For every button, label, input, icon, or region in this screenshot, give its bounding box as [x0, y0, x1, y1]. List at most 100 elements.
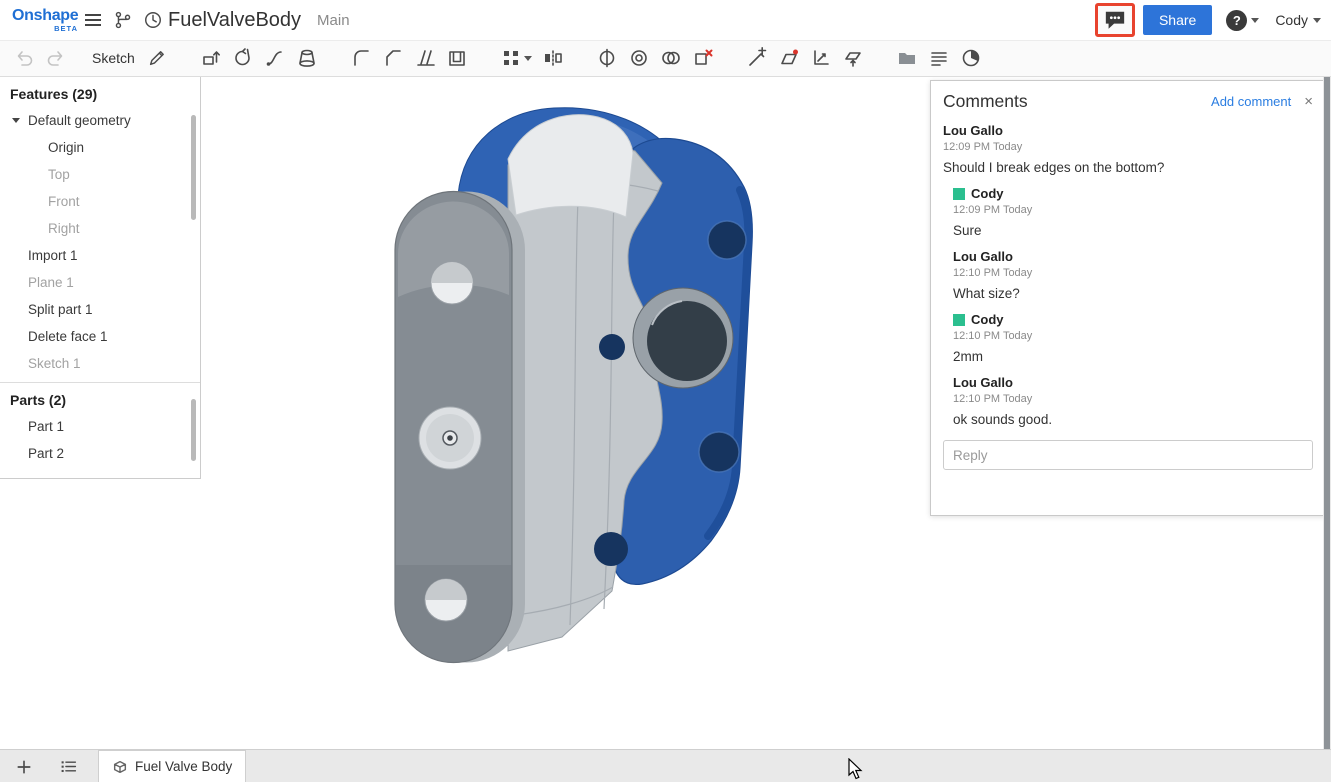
- move-face-button[interactable]: [742, 43, 772, 73]
- draft-icon: [414, 47, 436, 69]
- feature-item-delete-face-1[interactable]: Delete face 1: [0, 323, 200, 350]
- comment-time: 12:09 PM Today: [953, 204, 1313, 216]
- redo-button[interactable]: [41, 43, 71, 73]
- comment-reply: Cody 12:09 PM Today Sure: [953, 186, 1313, 238]
- revolve-button[interactable]: [228, 43, 258, 73]
- onshape-logo[interactable]: Onshape BETA: [12, 8, 78, 33]
- page-scrollbar[interactable]: [1323, 67, 1331, 782]
- extrude-button[interactable]: [196, 43, 226, 73]
- model-bolt-hole: [599, 334, 625, 360]
- mirror-icon: [542, 47, 564, 69]
- hole-icon: [628, 47, 650, 69]
- caret-down-icon: [1313, 18, 1321, 23]
- main-menu-button[interactable]: [78, 5, 108, 35]
- loft-icon: [296, 47, 318, 69]
- comment-author: Lou Gallo: [953, 249, 1313, 264]
- part-item-part-2[interactable]: Part 2: [0, 440, 200, 467]
- hole-button[interactable]: [624, 43, 654, 73]
- sketch-label[interactable]: Sketch: [92, 50, 135, 66]
- boolean-icon: [660, 47, 682, 69]
- revolve-icon: [232, 47, 254, 69]
- document-title: FuelValveBody: [168, 9, 301, 32]
- split-icon: [596, 47, 618, 69]
- loft-button[interactable]: [292, 43, 322, 73]
- part-item-part-1[interactable]: Part 1: [0, 413, 200, 440]
- features-scrollbar[interactable]: [191, 115, 196, 220]
- comment: Lou Gallo 12:09 PM Today Should I break …: [943, 123, 1313, 175]
- feature-item-import-1[interactable]: Import 1: [0, 242, 200, 269]
- share-button[interactable]: Share: [1143, 5, 1212, 35]
- delete-face-button[interactable]: [774, 43, 804, 73]
- feature-toolbar: Sketch: [0, 40, 1331, 77]
- shell-button[interactable]: [442, 43, 472, 73]
- fillet-button[interactable]: [346, 43, 376, 73]
- chevron-down-icon[interactable]: [12, 118, 20, 123]
- undo-icon: [13, 47, 35, 69]
- comment-time: 12:10 PM Today: [953, 267, 1313, 279]
- transform-button[interactable]: [806, 43, 836, 73]
- bom-icon: [928, 47, 950, 69]
- undo-button[interactable]: [9, 43, 39, 73]
- chamfer-icon: [382, 47, 404, 69]
- comment-time: 12:10 PM Today: [953, 393, 1313, 405]
- draft-button[interactable]: [410, 43, 440, 73]
- parts-scrollbar[interactable]: [191, 399, 196, 461]
- tab-bar: Fuel Valve Body: [0, 749, 1331, 782]
- hamburger-icon: [85, 14, 101, 26]
- user-menu[interactable]: Cody: [1275, 12, 1321, 28]
- comments-button[interactable]: [1101, 7, 1129, 33]
- features-header: Features (29): [0, 77, 200, 107]
- redo-icon: [45, 47, 67, 69]
- delete-face-icon: [778, 47, 800, 69]
- feature-item-sketch-1[interactable]: Sketch 1: [0, 350, 200, 377]
- split-button[interactable]: [592, 43, 622, 73]
- replace-face-button[interactable]: [838, 43, 868, 73]
- model-bolt-hole: [594, 532, 628, 566]
- comments-panel: Comments Add comment × Lou Gallo 12:09 P…: [930, 80, 1326, 516]
- sketch-button[interactable]: [142, 43, 172, 73]
- mirror-button[interactable]: [538, 43, 568, 73]
- add-comment-button[interactable]: Add comment: [1211, 94, 1291, 109]
- transform-icon: [810, 47, 832, 69]
- avatar: [953, 188, 965, 200]
- help-menu[interactable]: ?: [1226, 10, 1259, 31]
- sweep-button[interactable]: [260, 43, 290, 73]
- feature-item-top[interactable]: Top: [0, 161, 200, 188]
- comment-time: 12:09 PM Today: [943, 141, 1313, 153]
- delete-part-button[interactable]: [688, 43, 718, 73]
- caret-down-icon: [524, 56, 532, 61]
- history-button[interactable]: [138, 5, 168, 35]
- comment-time: 12:10 PM Today: [953, 330, 1313, 342]
- bom-button[interactable]: [924, 43, 954, 73]
- feature-item-origin[interactable]: Origin: [0, 134, 200, 161]
- linear-pattern-button[interactable]: [496, 43, 536, 73]
- workspace-name[interactable]: Main: [317, 12, 350, 29]
- history-icon: [143, 10, 163, 30]
- boolean-button[interactable]: [656, 43, 686, 73]
- reply-input[interactable]: [943, 440, 1313, 470]
- feature-item-split-part-1[interactable]: Split part 1: [0, 296, 200, 323]
- comment-text: ok sounds good.: [953, 412, 1313, 427]
- feature-item-right[interactable]: Right: [0, 215, 200, 242]
- feature-item-front[interactable]: Front: [0, 188, 200, 215]
- comment-reply: Lou Gallo 12:10 PM Today What size?: [953, 249, 1313, 301]
- mass-properties-button[interactable]: [956, 43, 986, 73]
- comment-text: 2mm: [953, 349, 1313, 364]
- avatar: [953, 314, 965, 326]
- part-model[interactable]: [330, 95, 770, 675]
- add-tab-button[interactable]: [8, 751, 40, 782]
- feature-item-plane-1[interactable]: Plane 1: [0, 269, 200, 296]
- chamfer-button[interactable]: [378, 43, 408, 73]
- comment-icon: [1103, 9, 1127, 31]
- tab-list-button[interactable]: [52, 751, 84, 782]
- close-comments-button[interactable]: ×: [1304, 94, 1313, 109]
- folder-button[interactable]: [892, 43, 922, 73]
- comment-author: Cody: [971, 186, 1004, 201]
- tab-fuel-valve-body[interactable]: Fuel Valve Body: [98, 750, 246, 782]
- comment-button-highlight: [1095, 3, 1135, 37]
- page-scrollbar-thumb[interactable]: [1324, 67, 1330, 782]
- comment-text: Should I break edges on the bottom?: [943, 160, 1313, 175]
- mass-properties-icon: [960, 47, 982, 69]
- feature-item-default-geometry[interactable]: Default geometry: [0, 107, 200, 134]
- versions-button[interactable]: [108, 5, 138, 35]
